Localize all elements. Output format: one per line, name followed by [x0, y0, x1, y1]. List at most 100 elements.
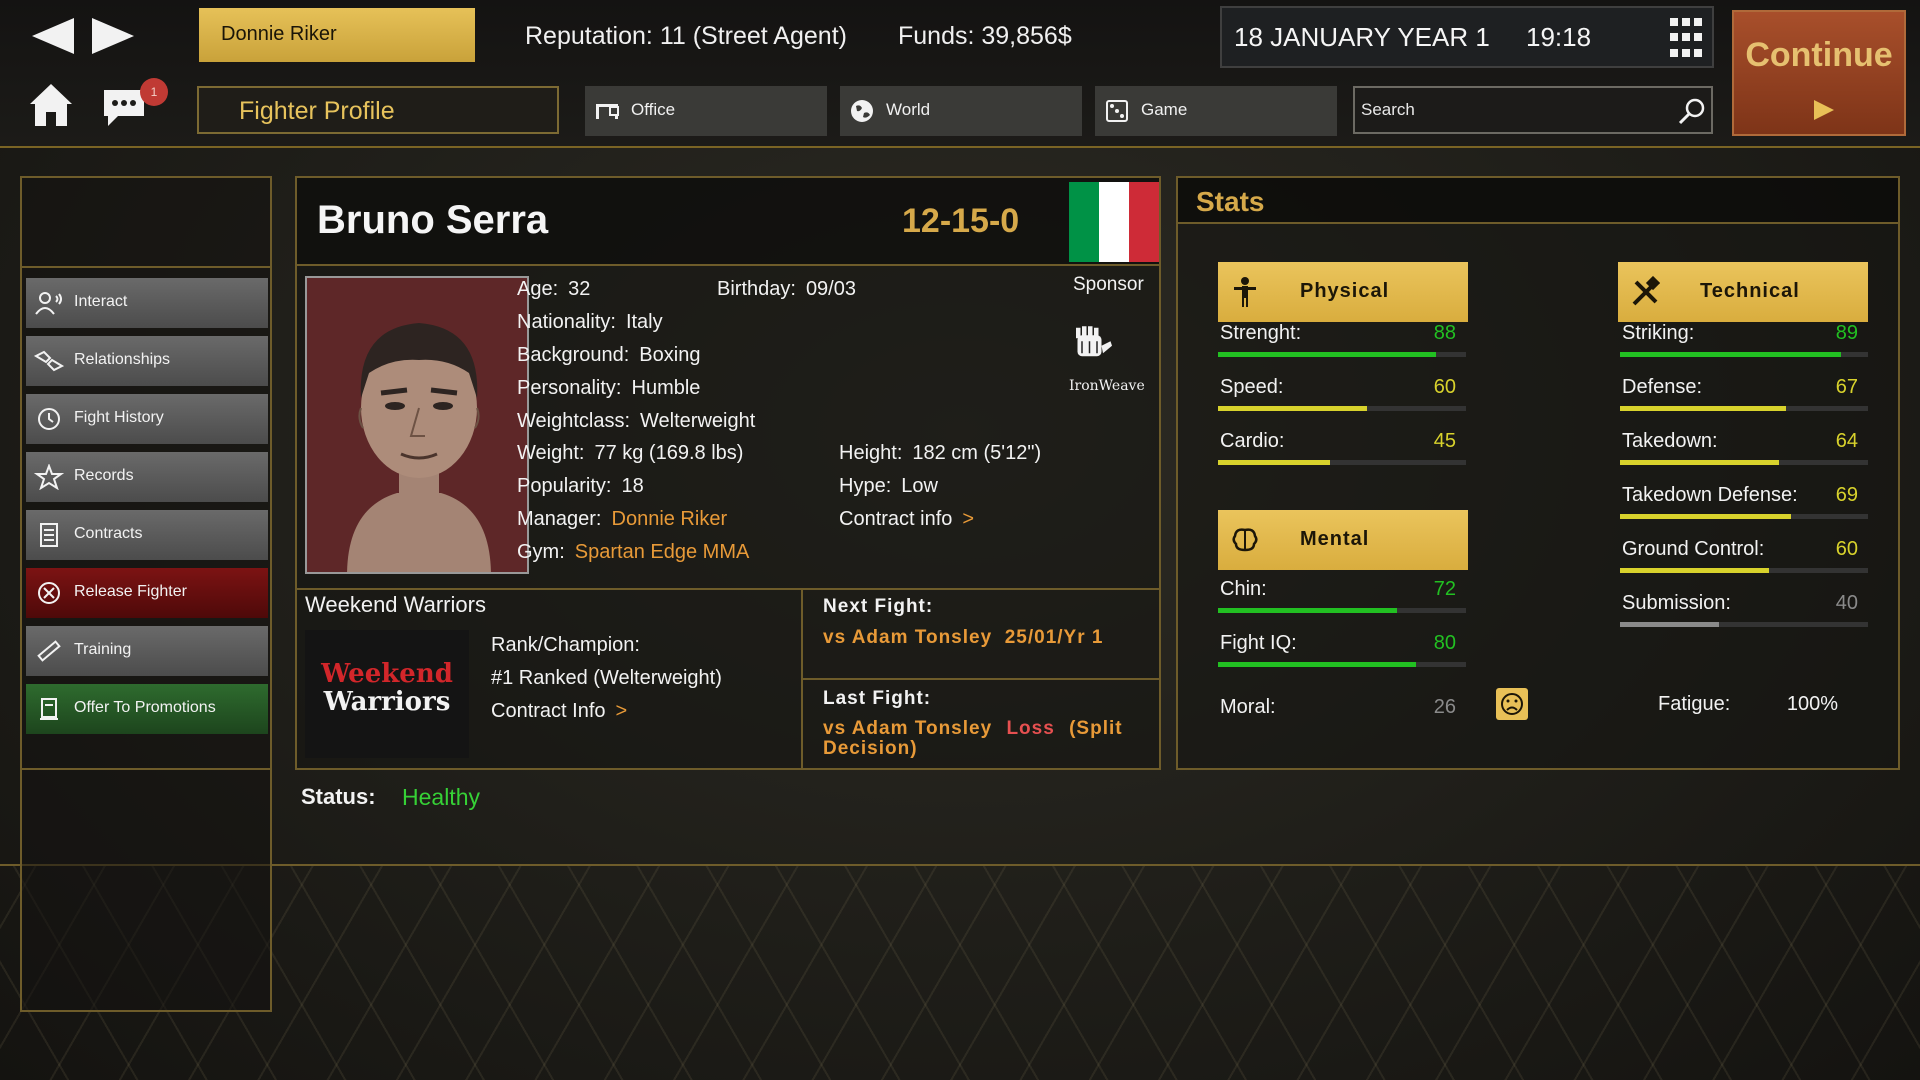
- sidebar-item-label: Offer To Promotions: [74, 699, 216, 716]
- section-title: Fighter Profile: [197, 86, 559, 134]
- moral-stat: Moral: 26: [1218, 696, 1466, 730]
- calendar-grid-icon[interactable]: [1670, 18, 1704, 60]
- sidebar-item-contracts[interactable]: Contracts: [26, 510, 268, 560]
- star-icon: [34, 464, 64, 490]
- stat-value: 89: [1835, 322, 1858, 344]
- history-icon: [38, 408, 60, 430]
- next-fight-label: Next Fight:: [823, 596, 934, 617]
- tab-world[interactable]: World: [840, 86, 1082, 136]
- age-label: Age:: [517, 278, 559, 300]
- stat-value: 60: [1433, 376, 1456, 398]
- stat-bar-fill: [1620, 460, 1779, 465]
- stat-row: Submission: 40: [1620, 592, 1868, 627]
- next-fight-link[interactable]: vs Adam Tonsley 25/01/Yr 1: [823, 627, 1103, 649]
- panel-divider: [297, 588, 1159, 590]
- hype-row: Hype: Low: [839, 475, 938, 498]
- nationality-label: Nationality:: [517, 311, 616, 333]
- age-row: Age: 32: [517, 278, 590, 301]
- background-label: Background:: [517, 344, 630, 366]
- stat-value: 80: [1433, 632, 1456, 654]
- personality-label: Personality:: [517, 377, 622, 399]
- sidebar-item-label: Relationships: [74, 351, 171, 368]
- tab-game[interactable]: Game: [1095, 86, 1337, 136]
- stat-bar-track: [1620, 622, 1868, 627]
- birthday-value: 09/03: [805, 278, 856, 300]
- gym-link[interactable]: Spartan Edge MMA: [575, 541, 750, 563]
- back-arrow-icon[interactable]: [30, 16, 76, 56]
- age-value: 32: [568, 278, 591, 300]
- status-label: Status:: [301, 784, 376, 809]
- manager-name-button[interactable]: Donnie Riker: [199, 8, 475, 62]
- height-value: 182 cm (5'12"): [912, 442, 1042, 464]
- cancel-icon: [38, 582, 60, 604]
- hype-value: Low: [901, 475, 938, 497]
- fighter-header: Bruno Serra 12-15-0: [297, 178, 1159, 266]
- stat-name: Takedown:: [1622, 430, 1718, 452]
- handshake-icon: [34, 350, 64, 372]
- sidebar-item-records[interactable]: Records: [26, 452, 268, 502]
- weight-label: Weight:: [517, 442, 585, 464]
- nationality-row: Nationality: Italy: [517, 311, 663, 334]
- stat-bar-fill: [1218, 352, 1437, 357]
- popularity-value: 18: [621, 475, 644, 497]
- promotion-contract-info-link[interactable]: Contract Info >: [491, 700, 627, 723]
- tab-office[interactable]: Office: [585, 86, 827, 136]
- sidebar-item-training[interactable]: Training: [26, 626, 268, 676]
- stat-name: Speed:: [1220, 376, 1284, 398]
- sidebar-item-release-fighter[interactable]: Release Fighter: [26, 568, 268, 618]
- birthday-row: Birthday: 09/03: [717, 278, 856, 301]
- personality-value: Humble: [631, 377, 701, 399]
- rank-label: Rank/Champion:: [491, 634, 640, 656]
- sidebar-divider: [22, 768, 270, 770]
- last-fight-opponent: vs Adam Tonsley: [823, 718, 993, 739]
- stat-bar-fill: [1218, 662, 1417, 667]
- height-label: Height:: [839, 442, 903, 464]
- stat-row: Chin: 72: [1218, 578, 1466, 613]
- search-icon[interactable]: [1677, 96, 1707, 126]
- divider-line: [0, 864, 1920, 866]
- stat-bar-track: [1620, 514, 1868, 519]
- contract-info-link[interactable]: Contract info >: [839, 508, 974, 531]
- manager-link[interactable]: Donnie Riker: [612, 508, 728, 530]
- stat-name: Defense:: [1622, 376, 1703, 398]
- stats-header: Stats: [1178, 178, 1898, 224]
- tab-label: Game: [1141, 100, 1188, 119]
- tools-icon: [1632, 276, 1660, 306]
- training-icon: [37, 640, 61, 662]
- sidebar-item-offer-to-promotions[interactable]: Offer To Promotions: [26, 684, 268, 734]
- mental-label: Mental: [1300, 528, 1370, 550]
- sidebar-item-label: Training: [74, 641, 132, 658]
- stat-name: Striking:: [1622, 322, 1695, 344]
- weight-row: Weight: 77 kg (169.8 lbs): [517, 442, 743, 465]
- stat-bar-fill: [1620, 406, 1787, 411]
- moral-label: Moral:: [1220, 696, 1276, 718]
- search-input[interactable]: [1361, 96, 1661, 124]
- sad-face-icon: [1496, 688, 1528, 720]
- continue-button[interactable]: Continue: [1732, 10, 1906, 136]
- sidebar-item-interact[interactable]: Interact: [26, 278, 268, 328]
- moral-value: 26: [1433, 696, 1456, 718]
- status-value: Healthy: [402, 784, 480, 810]
- continue-label: Continue: [1745, 36, 1893, 74]
- promotion-name: Weekend Warriors: [305, 592, 486, 617]
- stat-bar-track: [1218, 460, 1466, 465]
- stat-bar-fill: [1218, 608, 1397, 613]
- stats-panel: Stats Physical Technical Mental Strenght…: [1176, 176, 1900, 770]
- italy-flag-icon: [1069, 182, 1159, 262]
- home-icon[interactable]: [28, 82, 74, 128]
- stat-row: Strenght: 88: [1218, 322, 1466, 357]
- sidebar-item-fight-history[interactable]: Fight History: [26, 394, 268, 444]
- sidebar-divider: [22, 266, 270, 268]
- stat-value: 45: [1433, 430, 1456, 452]
- fatigue-label: Fatigue:: [1658, 693, 1731, 715]
- date-text: 18 JANUARY YEAR 1: [1234, 22, 1490, 52]
- stat-name: Takedown Defense:: [1622, 484, 1798, 506]
- background-value: Boxing: [639, 344, 701, 366]
- popularity-row: Popularity: 18: [517, 475, 644, 498]
- stat-bar-track: [1620, 406, 1868, 411]
- last-fight-link[interactable]: vs Adam Tonsley Loss (Split: [823, 718, 1123, 740]
- last-fight-method: (Split: [1069, 718, 1123, 739]
- forward-arrow-icon[interactable]: [90, 16, 136, 56]
- office-icon: [596, 104, 619, 119]
- sidebar-item-relationships[interactable]: Relationships: [26, 336, 268, 386]
